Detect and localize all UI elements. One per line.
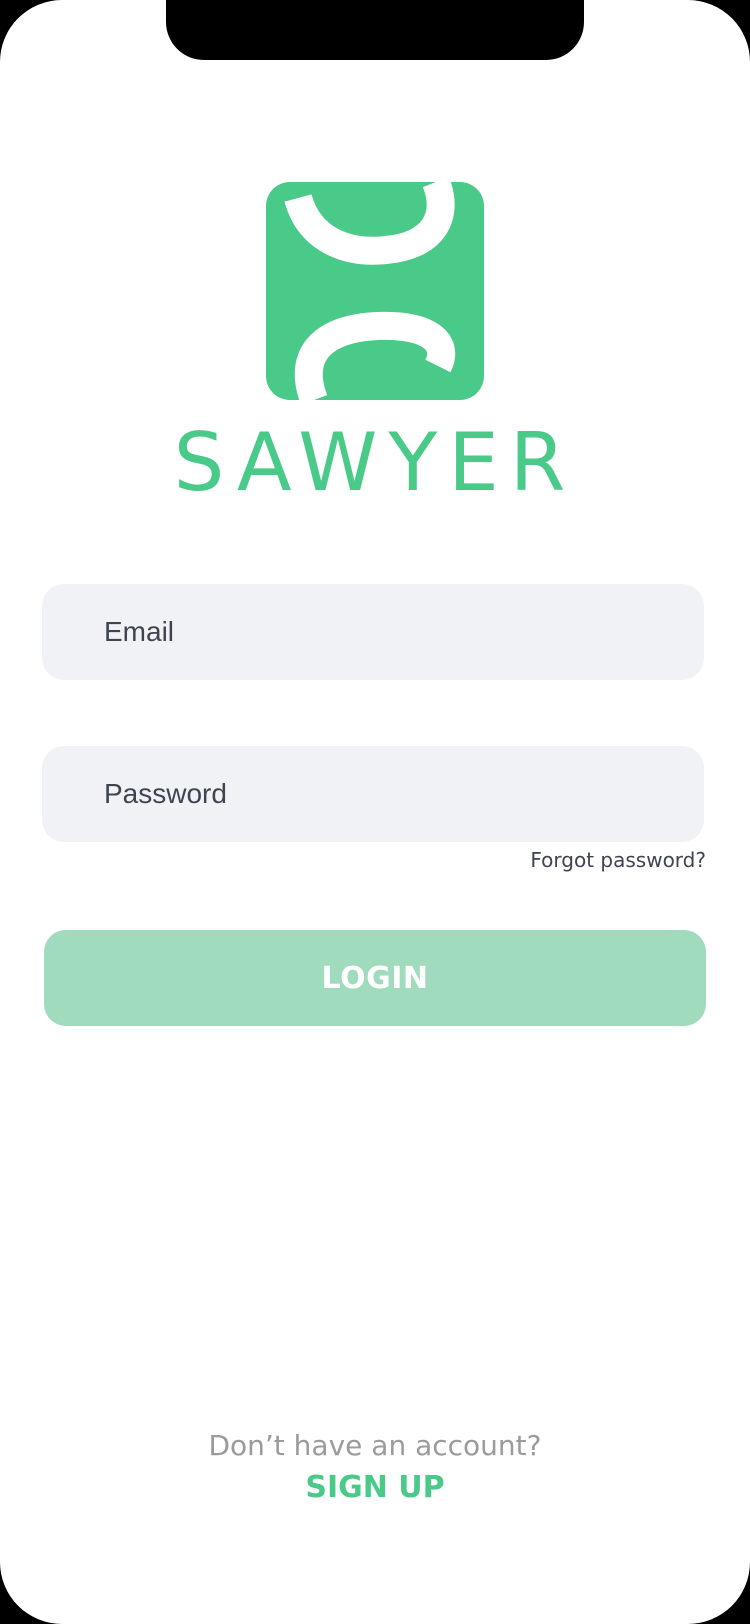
- email-input[interactable]: [104, 584, 704, 680]
- device-notch: [166, 0, 584, 60]
- brand-name: SAWYER: [173, 416, 577, 509]
- forgot-password-link[interactable]: Forgot password?: [530, 846, 706, 874]
- sawyer-logo-icon: [266, 182, 484, 400]
- signup-prompt: Don’t have an account?: [208, 1429, 542, 1462]
- password-input[interactable]: [104, 746, 704, 842]
- login-screen: SAWYER Forgot password? LOGIN Don’t have…: [0, 0, 750, 1624]
- signup-link-row: SIGN UP: [0, 1466, 750, 1510]
- signup-link[interactable]: SIGN UP: [305, 1470, 444, 1505]
- email-field[interactable]: [42, 584, 704, 680]
- password-field[interactable]: [42, 746, 704, 842]
- login-button[interactable]: LOGIN: [44, 930, 706, 1026]
